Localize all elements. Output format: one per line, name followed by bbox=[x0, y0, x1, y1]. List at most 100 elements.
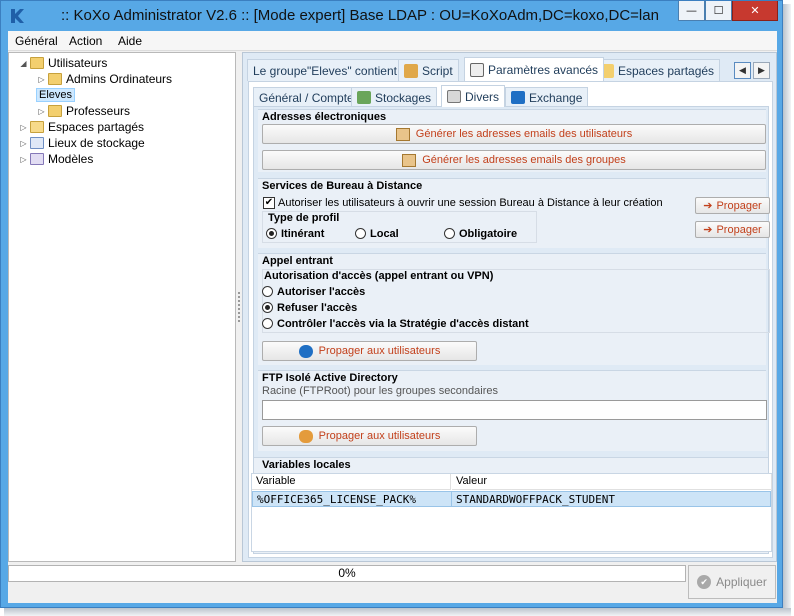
tree-item-espaces-partages[interactable]: ▷ Espaces partagés bbox=[19, 119, 144, 135]
folder-icon bbox=[48, 73, 62, 85]
progress-bar: 0% bbox=[8, 565, 686, 582]
subtab-label: Exchange bbox=[529, 90, 583, 105]
propagate-icon: ➔ bbox=[703, 200, 713, 212]
divers-content: Adresses électroniques Générer les adres… bbox=[251, 106, 772, 554]
shared-folder-icon bbox=[30, 121, 44, 133]
col-header-valeur[interactable]: Valeur bbox=[452, 474, 772, 490]
minimize-button[interactable]: — bbox=[678, 1, 705, 21]
dialin-policy-radio[interactable] bbox=[262, 318, 273, 329]
section-ftp: FTP Isolé Active Directory Racine (FTPRo… bbox=[258, 370, 767, 451]
koxo-logo-icon bbox=[11, 9, 24, 23]
settings-icon bbox=[470, 62, 484, 77]
menu-action[interactable]: Action bbox=[69, 34, 102, 48]
tree-label: Admins Ordinateurs bbox=[66, 72, 173, 86]
client-area: Général Action Aide ◢ Utilisateurs ▷ Adm… bbox=[8, 31, 777, 603]
dialin-allow-label: Autoriser l'accès bbox=[277, 286, 366, 298]
window-title: :: KoXo Administrator V2.6 :: [Mode expe… bbox=[61, 7, 659, 24]
collapse-icon[interactable]: ◢ bbox=[19, 59, 28, 68]
tab-label: Le groupe"Eleves" contient bbox=[253, 63, 397, 78]
contact-card-icon bbox=[395, 127, 410, 141]
bluetooth-icon bbox=[298, 344, 313, 358]
dialin-allow-radio[interactable] bbox=[262, 286, 273, 297]
title-bar: :: KoXo Administrator V2.6 :: [Mode expe… bbox=[1, 1, 782, 31]
tab-parametres-avances[interactable]: Paramètres avancés bbox=[464, 57, 605, 81]
profile-type-group: Type de profil Itinérant Local Obligatoi… bbox=[262, 211, 537, 243]
propagate-profile-button[interactable]: ➔ Propager bbox=[695, 221, 770, 238]
maximize-button[interactable]: ☐ bbox=[705, 1, 732, 21]
tree-item-utilisateurs[interactable]: ◢ Utilisateurs bbox=[19, 55, 107, 71]
expand-icon[interactable]: ▷ bbox=[37, 75, 46, 84]
tab-label: Script bbox=[422, 63, 453, 78]
menu-bar: Général Action Aide bbox=[8, 31, 777, 51]
script-icon bbox=[404, 63, 418, 78]
ftp-root-input[interactable] bbox=[262, 400, 767, 420]
tree-label: Professeurs bbox=[66, 104, 131, 118]
subtab-label: Général / Compte bbox=[259, 90, 354, 105]
profile-obligatoire-radio[interactable] bbox=[444, 228, 455, 239]
tree-item-lieux-de-stockage[interactable]: ▷ Lieux de stockage bbox=[19, 135, 145, 151]
propagate-dialin-button[interactable]: Propager aux utilisateurs bbox=[262, 341, 477, 361]
app-window: :: KoXo Administrator V2.6 :: [Mode expe… bbox=[0, 0, 783, 608]
tab-scroll-left-icon[interactable]: ◀ bbox=[734, 62, 751, 79]
subtab-divers[interactable]: Divers bbox=[441, 85, 506, 107]
variable-name-cell[interactable]: %OFFICE365_LICENSE_PACK% bbox=[252, 491, 452, 507]
splitter[interactable] bbox=[237, 52, 241, 562]
tree-label: Utilisateurs bbox=[48, 56, 108, 70]
profile-itinerant-radio[interactable] bbox=[266, 228, 277, 239]
menu-aide[interactable]: Aide bbox=[118, 34, 142, 48]
expand-icon[interactable]: ▷ bbox=[19, 155, 28, 164]
tab-script[interactable]: Script bbox=[398, 59, 459, 81]
variables-table: Variable Valeur %OFFICE365_LICENSE_PACK%… bbox=[251, 473, 772, 552]
ftp-root-label: Racine (FTPRoot) pour les groupes second… bbox=[262, 385, 499, 397]
expand-icon[interactable]: ▷ bbox=[19, 123, 28, 132]
storage-icon bbox=[30, 137, 44, 149]
window-shadow bbox=[783, 4, 791, 612]
section-title: Appel entrant bbox=[262, 255, 333, 267]
propagate-rds-button[interactable]: ➔ Propager bbox=[695, 197, 770, 214]
section-title: Adresses électroniques bbox=[262, 111, 387, 123]
tab-groupe-contient[interactable]: Le groupe"Eleves" contient bbox=[247, 59, 403, 81]
navigation-tree: ◢ Utilisateurs ▷ Admins Ordinateurs ▷ El… bbox=[8, 52, 236, 562]
allow-rds-label: Autoriser les utilisateurs à ouvrir une … bbox=[278, 197, 663, 209]
misc-icon bbox=[447, 90, 461, 103]
progress-text: 0% bbox=[338, 566, 356, 580]
profile-local-label: Local bbox=[370, 228, 399, 240]
tree-label: Eleves bbox=[35, 88, 76, 102]
expand-icon[interactable]: ▷ bbox=[37, 107, 46, 116]
models-icon bbox=[30, 153, 44, 165]
generate-group-emails-button[interactable]: Générer les adresses emails des groupes bbox=[262, 150, 766, 170]
subtab-exchange[interactable]: Exchange bbox=[505, 87, 589, 107]
subtab-stockages[interactable]: Stockages bbox=[351, 87, 438, 107]
apply-button[interactable]: ✔ Appliquer bbox=[688, 565, 776, 599]
menu-general[interactable]: Général bbox=[15, 34, 58, 48]
window-shadow bbox=[4, 608, 791, 616]
tree-item-professeurs[interactable]: ▷ Professeurs bbox=[37, 103, 130, 119]
allow-rds-checkbox[interactable]: ✔ bbox=[263, 197, 275, 209]
dialin-deny-label: Refuser l'accès bbox=[277, 302, 358, 314]
section-emails: Adresses électroniques Générer les adres… bbox=[258, 109, 766, 172]
dialin-deny-radio[interactable] bbox=[262, 302, 273, 313]
tree-item-eleves[interactable]: ▷ Eleves bbox=[35, 87, 76, 103]
folder-icon bbox=[30, 57, 44, 69]
profile-local-radio[interactable] bbox=[355, 228, 366, 239]
subtab-label: Divers bbox=[465, 89, 500, 104]
variable-value-cell[interactable]: STANDARDWOFFPACK_STUDENT bbox=[451, 491, 771, 507]
details-panel: Le groupe"Eleves" contient Script Paramè… bbox=[242, 52, 777, 562]
col-header-variable[interactable]: Variable bbox=[252, 474, 451, 490]
propagate-icon: ➔ bbox=[703, 224, 713, 236]
propagate-ftp-button[interactable]: Propager aux utilisateurs bbox=[262, 426, 477, 446]
section-title: Services de Bureau à Distance bbox=[262, 180, 423, 192]
check-icon: ✔ bbox=[697, 575, 712, 589]
tree-item-modeles[interactable]: ▷ Modèles bbox=[19, 151, 93, 167]
generate-user-emails-button[interactable]: Générer les adresses emails des utilisat… bbox=[262, 124, 766, 144]
expand-icon[interactable]: ▷ bbox=[19, 139, 28, 148]
close-button[interactable]: ✕ bbox=[732, 1, 778, 21]
tree-label: Lieux de stockage bbox=[48, 136, 145, 150]
profile-type-title: Type de profil bbox=[268, 212, 340, 224]
subtab-general-compte[interactable]: Général / Compte bbox=[253, 87, 360, 107]
section-title: FTP Isolé Active Directory bbox=[262, 372, 398, 384]
section-rds: Services de Bureau à Distance ✔ Autorise… bbox=[258, 178, 770, 248]
tree-item-admins-ordinateurs[interactable]: ▷ Admins Ordinateurs bbox=[37, 71, 172, 87]
tab-espaces-partages[interactable]: Espaces partagés bbox=[594, 59, 721, 81]
tab-scroll-right-icon[interactable]: ▶ bbox=[753, 62, 770, 79]
